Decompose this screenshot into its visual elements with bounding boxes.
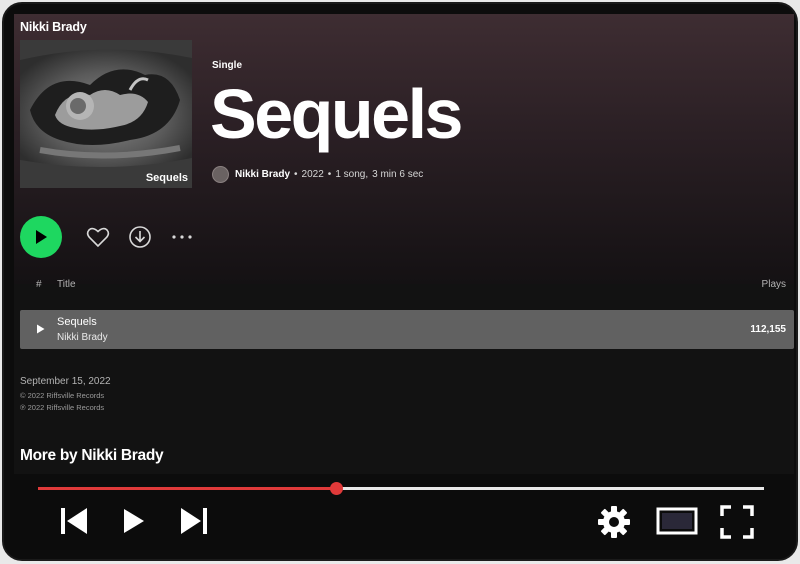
play-icon[interactable] — [122, 506, 146, 536]
progress-fill — [38, 487, 336, 490]
track-play-icon[interactable] — [36, 324, 45, 334]
heart-icon[interactable] — [86, 226, 110, 248]
more-by-artist-heading[interactable]: More by Nikki Brady — [20, 447, 164, 465]
video-player-frame: Nikki Brady Sequels Single Sequels Nikki… — [2, 2, 798, 561]
artist-name-header: Nikki Brady — [20, 20, 87, 34]
progress-scrubber[interactable] — [329, 482, 343, 495]
track-play-count: 112,155 — [750, 324, 786, 335]
song-count: 1 song, — [335, 169, 369, 180]
release-type-label: Single — [212, 60, 243, 71]
play-button[interactable] — [20, 216, 62, 258]
meta-separator: • — [294, 169, 298, 180]
album-meta: Nikki Brady • 2022 • 1 song, 3 min 6 sec — [212, 166, 423, 183]
theater-mode-icon[interactable] — [656, 507, 698, 535]
meta-separator: • — [327, 169, 332, 180]
skip-previous-icon[interactable] — [59, 506, 91, 536]
release-year: 2022 — [301, 169, 324, 180]
artist-avatar[interactable] — [212, 166, 229, 183]
cover-title: Sequels — [145, 172, 188, 184]
column-plays-header: Plays — [761, 279, 786, 290]
track-artist[interactable]: Nikki Brady — [57, 332, 108, 343]
artist-link[interactable]: Nikki Brady — [235, 169, 290, 180]
column-number-header: # — [36, 279, 42, 290]
ultrasound-image — [20, 40, 192, 188]
settings-gear-icon[interactable] — [596, 504, 632, 540]
page-title: Sequels — [210, 75, 463, 153]
skip-next-icon[interactable] — [177, 506, 209, 536]
album-page: Nikki Brady Sequels Single Sequels Nikki… — [14, 14, 794, 474]
progress-bar[interactable] — [38, 482, 764, 495]
release-date: September 15, 2022 — [20, 376, 111, 387]
track-title[interactable]: Sequels — [57, 316, 97, 328]
more-options-icon[interactable] — [170, 226, 194, 248]
player-controls — [4, 474, 796, 559]
album-cover: Sequels — [20, 40, 192, 188]
column-title-header: Title — [57, 279, 76, 290]
copyright-line: © 2022 Riffsville Records — [20, 391, 105, 400]
play-icon — [36, 230, 47, 244]
track-row[interactable]: Sequels Nikki Brady 112,155 — [20, 310, 794, 349]
tracklist-header: # Title Plays — [20, 278, 794, 294]
download-icon[interactable] — [128, 225, 152, 249]
album-duration: 3 min 6 sec — [372, 169, 424, 180]
phonographic-copyright-line: ℗ 2022 Riffsville Records — [20, 403, 105, 412]
action-bar — [20, 216, 794, 260]
fullscreen-icon[interactable] — [720, 505, 754, 539]
